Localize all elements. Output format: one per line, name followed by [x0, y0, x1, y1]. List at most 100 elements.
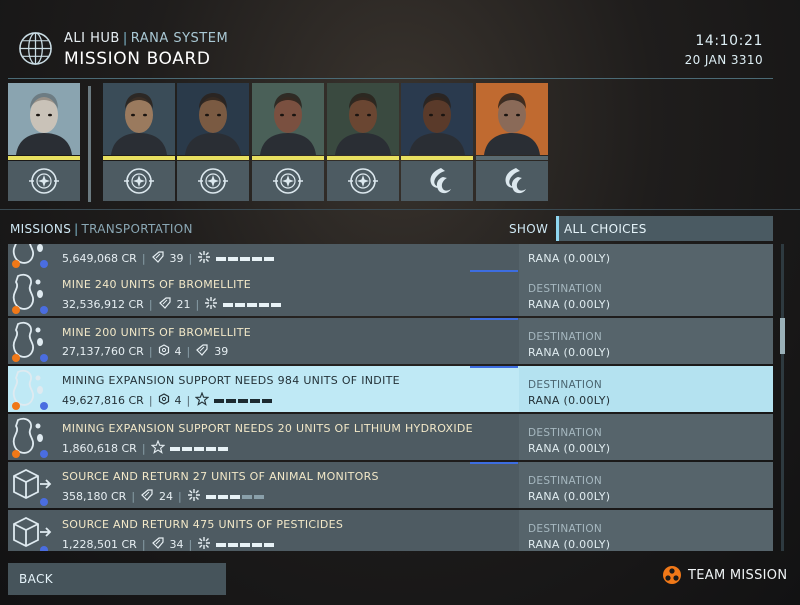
location-breadcrumb: ALI HUB | RANA SYSTEM: [64, 31, 229, 46]
mission-title: MINING EXPANSION SUPPORT NEEDS 984 UNITS…: [62, 374, 400, 387]
reputation-tag-icon: [140, 489, 154, 504]
reputation-pips: [216, 256, 275, 261]
mining-icon: [8, 270, 56, 316]
team-mission-label: TEAM MISSION: [688, 567, 788, 583]
mission-meta: 5,649,068 CR | 39 |: [62, 250, 275, 267]
mission-meta: 358,180 CR | 24 |: [62, 488, 264, 505]
faction-emblem: [327, 161, 399, 201]
destination-value: RANA (0.00LY): [528, 346, 611, 359]
contact-portrait: [177, 83, 249, 155]
contact-portrait: [8, 83, 80, 155]
team-mission-button[interactable]: TEAM MISSION: [662, 564, 787, 586]
influence-burst-icon: [204, 296, 218, 313]
back-button[interactable]: BACK: [8, 563, 226, 595]
clock-date: 20 JAN 3310: [684, 53, 763, 67]
mission-meta: 49,627,816 CR | 4 |: [62, 391, 273, 409]
contact-card[interactable]: [177, 83, 249, 201]
mining-icon: [8, 318, 56, 364]
destination-value: RANA (0.00LY): [528, 538, 611, 551]
reputation-pips: [214, 398, 273, 403]
show-filter-value: ALL CHOICES: [564, 222, 647, 236]
contact-card[interactable]: [401, 83, 473, 201]
contact-card[interactable]: [252, 83, 324, 201]
back-label: BACK: [19, 572, 54, 586]
portrait-divider: [88, 86, 91, 202]
contact-card[interactable]: [103, 83, 175, 201]
influence-star-icon: [150, 439, 165, 457]
mission-reputation: 39: [169, 252, 184, 265]
mission-title: SOURCE AND RETURN 475 UNITS OF PESTICIDE…: [62, 518, 344, 531]
mission-row[interactable]: SOURCE AND RETURN 27 UNITS OF ANIMAL MON…: [8, 462, 773, 508]
destination-label: DESTINATION: [528, 475, 603, 487]
mining-icon: [8, 244, 56, 270]
mission-meta: 1,860,618 CR |: [62, 439, 228, 457]
destination-label: DESTINATION: [528, 523, 603, 535]
mission-reputation: 24: [159, 490, 174, 503]
destination-label: DESTINATION: [528, 427, 603, 439]
contact-standing-bar: [177, 156, 249, 160]
mission-title: MINING EXPANSION SUPPORT NEEDS 20 UNITS …: [62, 422, 473, 435]
materials-icon: [158, 344, 170, 359]
mission-reward: 32,536,912 CR: [62, 298, 144, 311]
mission-row[interactable]: SOURCE AND RETURN 475 UNITS OF PESTICIDE…: [8, 510, 773, 551]
destination-label: DESTINATION: [528, 331, 603, 343]
mission-row[interactable]: MINE 200 UNITS OF BROMELLITE 27,137,760 C…: [8, 318, 773, 364]
destination-value: RANA (0.00LY): [528, 298, 611, 311]
contact-card[interactable]: [476, 83, 548, 201]
contact-card[interactable]: [327, 83, 399, 201]
destination-value: RANA (0.00LY): [528, 442, 611, 455]
contact-standing-bar: [476, 156, 548, 160]
reputation-pips: [223, 302, 282, 307]
list-scrollbar-thumb[interactable]: [780, 318, 785, 354]
mission-meta: 27,137,760 CR | 4 | 39: [62, 344, 229, 359]
show-filter-label: SHOW: [509, 222, 549, 236]
mission-materials: 4: [174, 394, 182, 407]
destination-value: RANA (0.00LY): [528, 490, 611, 503]
contact-portrait: [252, 83, 324, 155]
destination-label: DESTINATION: [528, 283, 603, 295]
mission-row[interactable]: 5,649,068 CR | 39 | RANA (0.00LY): [8, 244, 773, 270]
mission-accent: [470, 462, 518, 464]
mission-reputation: 39: [214, 345, 229, 358]
mission-row[interactable]: MINING EXPANSION SUPPORT NEEDS 20 UNITS …: [8, 414, 773, 460]
mission-reward: 5,649,068 CR: [62, 252, 137, 265]
mission-row[interactable]: MINE 240 UNITS OF BROMELLITE 32,536,912 C…: [8, 270, 773, 316]
list-scrollbar[interactable]: [781, 244, 784, 551]
cargo-crate-icon: [8, 462, 56, 508]
mission-title: MINE 240 UNITS OF BROMELLITE: [62, 278, 251, 291]
mission-meta: 32,536,912 CR | 21 |: [62, 296, 282, 313]
materials-icon: [158, 393, 170, 408]
faction-emblem: [177, 161, 249, 201]
mission-reward: 49,627,816 CR: [62, 394, 144, 407]
destination-value: RANA (0.00LY): [528, 394, 611, 407]
influence-burst-icon: [197, 250, 211, 267]
system-name: RANA SYSTEM: [130, 31, 229, 46]
destination-label: DESTINATION: [528, 379, 603, 391]
section-divider: [0, 209, 800, 210]
show-filter-dropdown[interactable]: ALL CHOICES: [556, 216, 773, 241]
reputation-tag-icon: [195, 344, 209, 359]
mission-meta: 1,228,501 CR | 34 |: [62, 536, 275, 551]
contact-portrait: [327, 83, 399, 155]
faction-emblem: [8, 161, 80, 201]
mission-accent: [470, 366, 518, 368]
mission-reward: 27,137,760 CR: [62, 345, 144, 358]
mining-icon: [8, 414, 56, 460]
contact-standing-bar: [103, 156, 175, 160]
reputation-tag-icon: [158, 297, 172, 312]
mission-row[interactable]: MINING EXPANSION SUPPORT NEEDS 984 UNITS…: [8, 366, 773, 412]
mission-list[interactable]: 5,649,068 CR | 39 | RANA (0.00LY) MINE 240 UN…: [8, 244, 773, 551]
missions-tab-label: MISSIONS | TRANSPORTATION: [10, 222, 193, 236]
contact-standing-bar: [8, 156, 80, 160]
mission-reward: 358,180 CR: [62, 490, 127, 503]
contact-standing-bar: [252, 156, 324, 160]
contact-card[interactable]: [8, 83, 80, 201]
mission-reputation: 21: [176, 298, 191, 311]
clock-time: 14:10:21: [695, 33, 763, 49]
mission-accent: [470, 318, 518, 320]
influence-burst-icon: [187, 488, 201, 505]
reputation-pips: [205, 494, 264, 499]
mission-reward: 1,228,501 CR: [62, 538, 137, 551]
page-title: MISSION BOARD: [64, 49, 211, 69]
contact-portrait: [476, 83, 548, 155]
